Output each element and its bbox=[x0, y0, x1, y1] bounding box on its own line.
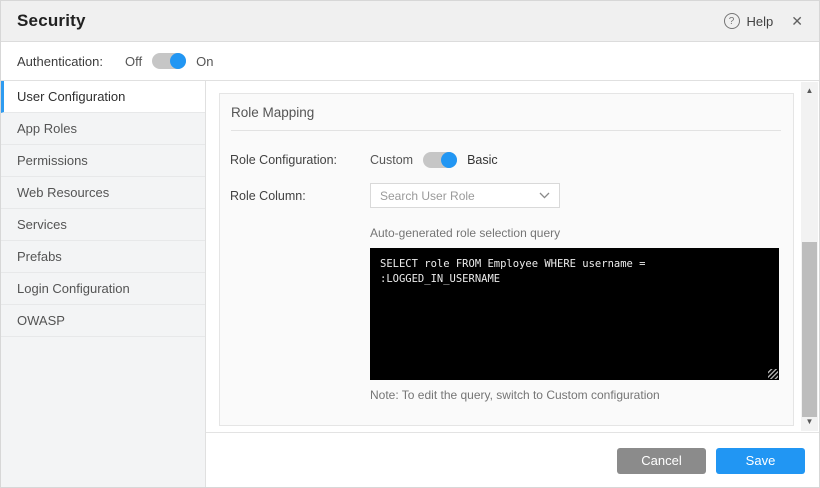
role-configuration-row: Role Configuration: Custom Basic bbox=[230, 152, 781, 168]
security-dialog: Security ? Help ✕ Authentication: Off On… bbox=[0, 0, 820, 488]
scroll-area: Role Mapping Role Configuration: Custom … bbox=[206, 81, 799, 432]
chevron-down-icon bbox=[539, 192, 550, 199]
save-button[interactable]: Save bbox=[716, 448, 805, 474]
help-icon: ? bbox=[724, 13, 740, 29]
role-configuration-control: Custom Basic bbox=[370, 152, 498, 168]
query-editor: SELECT role FROM Employee WHERE username… bbox=[370, 248, 779, 380]
section-title: Role Mapping bbox=[220, 94, 793, 130]
help-label: Help bbox=[747, 14, 774, 29]
content-panel: Role Mapping Role Configuration: Custom … bbox=[206, 81, 819, 488]
titlebar-actions: ? Help ✕ bbox=[724, 13, 803, 30]
role-configuration-toggle[interactable] bbox=[423, 152, 457, 168]
cancel-button[interactable]: Cancel bbox=[617, 448, 706, 474]
sidebar-item-services[interactable]: Services bbox=[1, 209, 205, 241]
authentication-off-label: Off bbox=[125, 54, 142, 69]
sidebar-item-permissions[interactable]: Permissions bbox=[1, 145, 205, 177]
scrollbar-thumb[interactable] bbox=[802, 242, 817, 417]
role-column-row: Role Column: Search User Role bbox=[230, 183, 781, 208]
footer: Cancel Save bbox=[206, 432, 819, 488]
query-caption: Auto-generated role selection query bbox=[370, 226, 781, 240]
query-note: Note: To edit the query, switch to Custo… bbox=[370, 388, 781, 402]
sidebar-item-user-configuration[interactable]: User Configuration bbox=[1, 81, 205, 113]
toggle-knob bbox=[441, 152, 457, 168]
sidebar-item-app-roles[interactable]: App Roles bbox=[1, 113, 205, 145]
query-sql-text: SELECT role FROM Employee WHERE username… bbox=[370, 248, 779, 295]
sidebar-item-owasp[interactable]: OWASP bbox=[1, 305, 205, 337]
scroll-down-icon[interactable]: ▼ bbox=[801, 415, 818, 429]
option-custom-label: Custom bbox=[370, 153, 413, 167]
help-button[interactable]: ? Help bbox=[724, 13, 774, 29]
resize-handle[interactable] bbox=[768, 369, 778, 379]
authentication-on-label: On bbox=[196, 54, 213, 69]
sidebar: User Configuration App Roles Permissions… bbox=[1, 81, 206, 488]
role-mapping-form: Role Configuration: Custom Basic Role Co… bbox=[220, 131, 793, 402]
select-placeholder: Search User Role bbox=[380, 189, 475, 203]
authentication-toggle[interactable] bbox=[152, 53, 186, 69]
page-title: Security bbox=[17, 11, 86, 31]
sidebar-item-web-resources[interactable]: Web Resources bbox=[1, 177, 205, 209]
close-icon[interactable]: ✕ bbox=[791, 13, 803, 30]
sidebar-item-login-configuration[interactable]: Login Configuration bbox=[1, 273, 205, 305]
scroll-up-icon[interactable]: ▲ bbox=[801, 84, 818, 98]
authentication-label: Authentication: bbox=[17, 54, 103, 69]
titlebar: Security ? Help ✕ bbox=[1, 1, 819, 42]
option-basic-label: Basic bbox=[467, 153, 498, 167]
role-column-select[interactable]: Search User Role bbox=[370, 183, 560, 208]
sidebar-item-prefabs[interactable]: Prefabs bbox=[1, 241, 205, 273]
role-mapping-card: Role Mapping Role Configuration: Custom … bbox=[219, 93, 794, 426]
scrollbar[interactable]: ▲ ▼ bbox=[801, 82, 818, 431]
authentication-row: Authentication: Off On bbox=[1, 42, 819, 81]
role-column-label: Role Column: bbox=[230, 189, 370, 203]
query-section: Auto-generated role selection query SELE… bbox=[370, 226, 781, 402]
role-configuration-label: Role Configuration: bbox=[230, 153, 370, 167]
toggle-knob bbox=[170, 53, 186, 69]
body: User Configuration App Roles Permissions… bbox=[1, 81, 819, 488]
